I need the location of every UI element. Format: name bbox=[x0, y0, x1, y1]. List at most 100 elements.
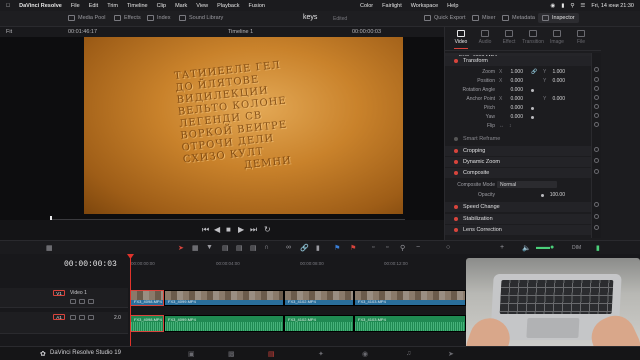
menu-fusion[interactable]: Fusion bbox=[248, 3, 265, 9]
enable-dot-icon[interactable] bbox=[454, 137, 458, 141]
reset-icon[interactable] bbox=[594, 67, 599, 72]
audio-clip[interactable]: FX3_4099.MP4 bbox=[164, 315, 284, 332]
wifi-icon[interactable]: ◉ bbox=[551, 3, 556, 9]
menu-timeline[interactable]: Timeline bbox=[127, 3, 148, 9]
menu-fairlight[interactable]: Fairlight bbox=[382, 3, 402, 9]
enable-dot-icon[interactable] bbox=[454, 160, 458, 164]
video-clip[interactable]: FX3_4103.MP4 bbox=[354, 290, 466, 306]
position-x-field[interactable]: 0.000 bbox=[503, 78, 523, 84]
quick-export-button[interactable]: Quick Export bbox=[424, 15, 465, 21]
viewer-fit-dropdown[interactable]: Fit bbox=[6, 29, 12, 35]
yaw-slider[interactable] bbox=[531, 116, 534, 119]
menu-edit[interactable]: Edit bbox=[89, 3, 98, 9]
selection-tool-icon[interactable]: ➤ bbox=[178, 244, 184, 252]
insert-clip-icon[interactable]: ▤ bbox=[222, 244, 229, 252]
reset-icon[interactable] bbox=[594, 214, 599, 219]
reset-icon[interactable] bbox=[594, 225, 599, 230]
section-smart-reframe[interactable]: Smart Reframe bbox=[445, 134, 591, 144]
page-fusion-icon[interactable]: ✦ bbox=[318, 350, 324, 358]
anchor-y-field[interactable]: 0.000 bbox=[545, 96, 565, 102]
section-cropping[interactable]: Cropping bbox=[445, 146, 591, 156]
tab-video[interactable]: Video bbox=[449, 30, 473, 49]
zoom-x-field[interactable]: 1.000 bbox=[503, 69, 523, 75]
reset-icon[interactable] bbox=[594, 158, 599, 163]
pitch-slider[interactable] bbox=[531, 107, 534, 110]
menu-playback[interactable]: Playback bbox=[217, 3, 239, 9]
tab-transition[interactable]: Transition bbox=[521, 30, 545, 45]
menu-help[interactable]: Help bbox=[447, 3, 458, 9]
reset-icon[interactable] bbox=[594, 95, 599, 100]
enable-dot-icon[interactable] bbox=[454, 149, 458, 153]
inspector-button[interactable]: Inspector bbox=[538, 13, 579, 23]
rotation-field[interactable]: 0.000 bbox=[503, 87, 523, 93]
search-icon[interactable]: ⚲ bbox=[570, 3, 574, 9]
section-dynamic-zoom[interactable]: Dynamic Zoom bbox=[445, 157, 591, 167]
track-id-a1[interactable]: A1 bbox=[53, 314, 65, 320]
effects-button[interactable]: Effects bbox=[114, 15, 141, 21]
dim-button[interactable]: DIM bbox=[572, 245, 581, 251]
marker-icon[interactable]: ⚑ bbox=[350, 244, 356, 252]
menubar-clock[interactable]: Fri, 14 юни 21:30 bbox=[591, 3, 634, 9]
jump-start-icon[interactable]: ⏮ bbox=[202, 225, 209, 235]
composite-mode-select[interactable]: Normal bbox=[497, 181, 557, 188]
enable-dot-icon[interactable] bbox=[454, 228, 458, 232]
menu-file[interactable]: File bbox=[71, 3, 80, 9]
reset-icon[interactable] bbox=[594, 147, 599, 152]
reset-icon[interactable] bbox=[594, 77, 599, 82]
mute-icon[interactable] bbox=[88, 315, 94, 320]
zoom-in-icon[interactable]: + bbox=[500, 244, 504, 251]
mixer-button[interactable]: Mixer bbox=[472, 15, 495, 21]
solo-icon[interactable] bbox=[79, 315, 85, 320]
flag-icon[interactable]: ⚑ bbox=[334, 244, 340, 252]
section-speed-change[interactable]: Speed Change bbox=[445, 202, 591, 212]
enable-dot-icon[interactable] bbox=[454, 205, 458, 209]
lock-icon[interactable] bbox=[70, 315, 76, 320]
position-y-field[interactable]: 0.000 bbox=[545, 78, 565, 84]
flip-horizontal-icon[interactable]: ↔ bbox=[499, 123, 504, 129]
track-id-v1[interactable]: V1 bbox=[53, 290, 65, 296]
audio-clip[interactable]: FX3_4103.MP4 bbox=[354, 315, 466, 332]
page-cut-icon[interactable]: ▩ bbox=[228, 350, 235, 358]
timeline-options-icon[interactable]: ▦ bbox=[46, 244, 53, 252]
loop-icon[interactable]: ↻ bbox=[264, 225, 271, 234]
anchor-x-field[interactable]: 0.000 bbox=[503, 96, 523, 102]
reset-icon[interactable] bbox=[594, 113, 599, 118]
reset-icon[interactable] bbox=[594, 169, 599, 174]
section-lens-correction[interactable]: Lens Correction bbox=[445, 225, 591, 235]
link-icon[interactable]: 🔗 bbox=[531, 69, 537, 75]
reset-icon[interactable] bbox=[594, 104, 599, 109]
sound-library-button[interactable]: Sound Library bbox=[179, 15, 223, 21]
tab-audio[interactable]: Audio bbox=[473, 30, 497, 45]
media-pool-button[interactable]: Media Pool bbox=[68, 15, 106, 21]
menu-color[interactable]: Color bbox=[360, 3, 373, 9]
enable-dot-icon[interactable] bbox=[454, 217, 458, 221]
yaw-field[interactable]: 0.000 bbox=[503, 114, 523, 120]
page-media-icon[interactable]: ▣ bbox=[188, 350, 195, 358]
metadata-button[interactable]: Metadata bbox=[502, 15, 535, 21]
pitch-field[interactable]: 0.000 bbox=[503, 105, 523, 111]
opacity-field[interactable]: 100.00 bbox=[545, 192, 565, 198]
auto-select-icon[interactable] bbox=[79, 299, 85, 304]
play-icon[interactable]: ▶ bbox=[238, 225, 244, 234]
blade-tool-icon[interactable]: ▼ bbox=[206, 244, 213, 251]
video-clip[interactable]: FX3_4098.MP4 bbox=[130, 290, 164, 306]
menu-app-name[interactable]: DaVinci Resolve bbox=[19, 3, 62, 9]
section-composite[interactable]: Composite bbox=[445, 168, 591, 178]
section-stabilization[interactable]: Stabilization bbox=[445, 214, 591, 224]
viewer[interactable]: ТАТИИЕЕЛЕ ГЕЛ ДО ЙЛЯТОВЕ ВИДИЛЕКЦИИ ВЕЛЬ… bbox=[0, 37, 444, 222]
speaker-icon[interactable]: 🔈 bbox=[522, 244, 531, 252]
playhead[interactable] bbox=[130, 254, 131, 346]
zoom-full-icon[interactable]: ▫ bbox=[372, 244, 374, 251]
stop-icon[interactable]: ■ bbox=[226, 225, 231, 234]
trim-tool-icon[interactable]: ▦ bbox=[192, 244, 199, 252]
inspector-scrollbar[interactable] bbox=[591, 53, 601, 238]
audio-clip[interactable]: FX3_4098.MP4 bbox=[130, 315, 164, 332]
jump-end-icon[interactable]: ⏭ bbox=[250, 225, 257, 235]
rotation-slider[interactable] bbox=[531, 89, 534, 92]
tab-image[interactable]: Image bbox=[545, 30, 569, 45]
timeline-name-dropdown[interactable]: Timeline 1 bbox=[228, 29, 253, 35]
zoom-slider[interactable]: ○ bbox=[446, 244, 450, 251]
page-edit-icon[interactable]: ▤ bbox=[268, 350, 275, 358]
zoom-y-field[interactable]: 1.000 bbox=[545, 69, 565, 75]
opacity-slider[interactable] bbox=[541, 194, 544, 197]
